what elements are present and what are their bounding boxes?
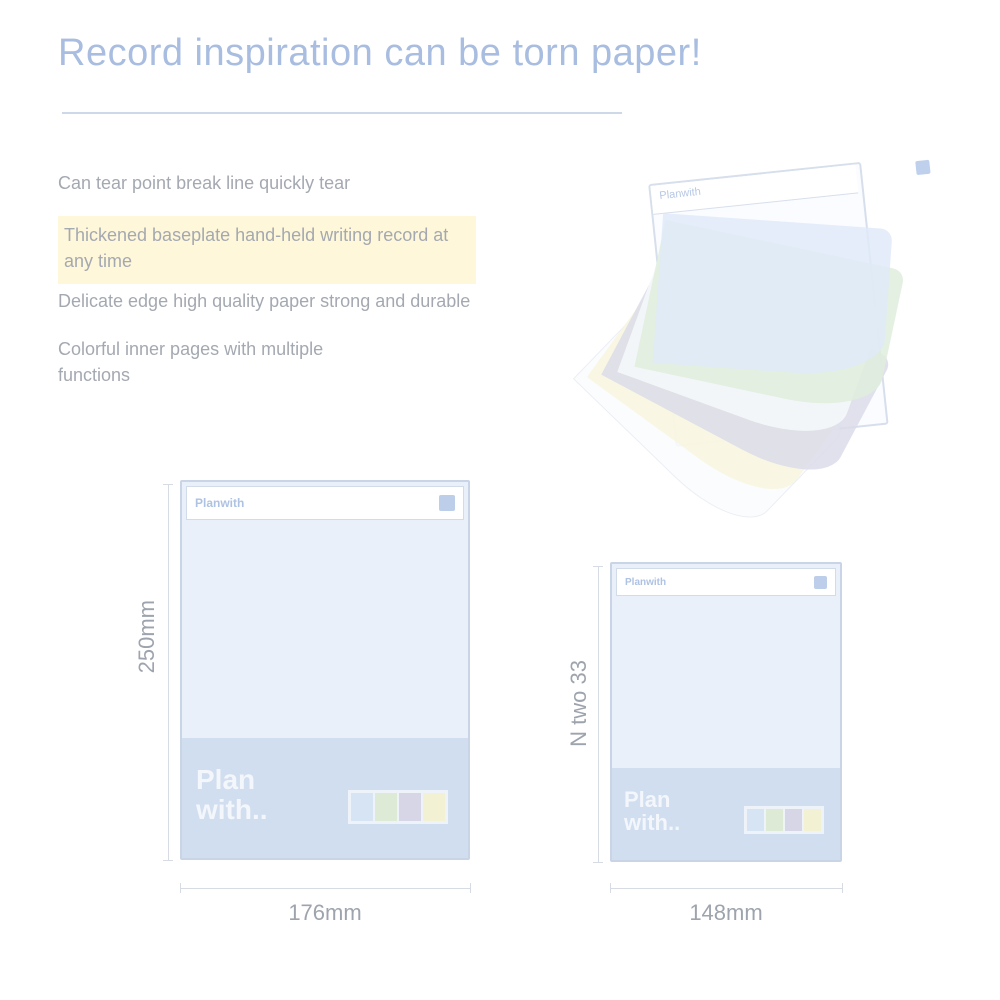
dimension-tick — [610, 883, 611, 893]
page-title: Record inspiration can be torn paper! — [58, 32, 702, 75]
dimension-guide-vertical — [168, 484, 169, 860]
dimension-tick — [593, 862, 603, 863]
notepad-header-square-icon — [814, 576, 827, 589]
dimension-tick — [180, 883, 181, 893]
color-swatches — [348, 790, 448, 824]
notepad-header-bar: Planwith — [186, 486, 464, 520]
swatch-blue — [351, 793, 373, 821]
notepad-header-square-icon — [439, 495, 455, 511]
notepad-body: Planwith Plan with.. — [610, 562, 842, 862]
product-small: Planwith Plan with.. — [610, 562, 842, 862]
logo-line-2: with.. — [196, 794, 268, 825]
dimension-guide-horizontal — [180, 888, 470, 889]
notepad-logo-text: Plan with.. — [624, 788, 680, 834]
swatch-purple — [399, 793, 421, 821]
notepad-brand-text: Planwith — [625, 577, 666, 588]
notepad-header-bar: Planwith — [616, 568, 836, 596]
feature-line-2-highlighted: Thickened baseplate hand-held writing re… — [58, 216, 476, 284]
dimension-width-large: 176mm — [180, 900, 470, 926]
swatch-yellow — [804, 809, 821, 831]
dimension-tick — [842, 883, 843, 893]
feature-line-1: Can tear point break line quickly tear — [58, 170, 478, 196]
feature-line-4: Colorful inner pages with multiple funct… — [58, 336, 338, 388]
title-underline — [62, 112, 622, 114]
dimension-tick — [163, 860, 173, 861]
product-large: Planwith Plan with.. — [180, 480, 470, 860]
dimension-tick — [470, 883, 471, 893]
logo-line-1: Plan — [196, 764, 255, 795]
color-swatches — [744, 806, 824, 834]
feature-line-3: Delicate edge high quality paper strong … — [58, 288, 478, 314]
dimension-tick — [593, 566, 603, 567]
swatch-green — [766, 809, 783, 831]
dimension-height-small: N two 33 — [566, 660, 592, 747]
swatch-purple — [785, 809, 802, 831]
notepad-logo-text: Plan with.. — [196, 765, 268, 824]
notepad-fanned-illustration: Planwith — [626, 135, 954, 445]
notepad-header-square-icon — [915, 160, 930, 175]
notepad-bottom-band: Plan with.. — [612, 768, 840, 860]
dimension-guide-vertical — [598, 566, 599, 862]
swatch-yellow — [423, 793, 445, 821]
notepad-bottom-band: Plan with.. — [182, 738, 468, 858]
dimension-width-small: 148mm — [610, 900, 842, 926]
product-info-graphic: Record inspiration can be torn paper! Ca… — [0, 0, 1000, 1000]
dimension-tick — [163, 484, 173, 485]
logo-line-1: Plan — [624, 787, 670, 812]
page-leaf-blue — [653, 213, 893, 379]
swatch-green — [375, 793, 397, 821]
dimension-guide-horizontal — [610, 888, 842, 889]
notepad-body: Planwith Plan with.. — [180, 480, 470, 860]
notepad-brand-text: Planwith — [195, 496, 244, 510]
dimension-height-large: 250mm — [134, 600, 160, 673]
logo-line-2: with.. — [624, 810, 680, 835]
swatch-blue — [747, 809, 764, 831]
